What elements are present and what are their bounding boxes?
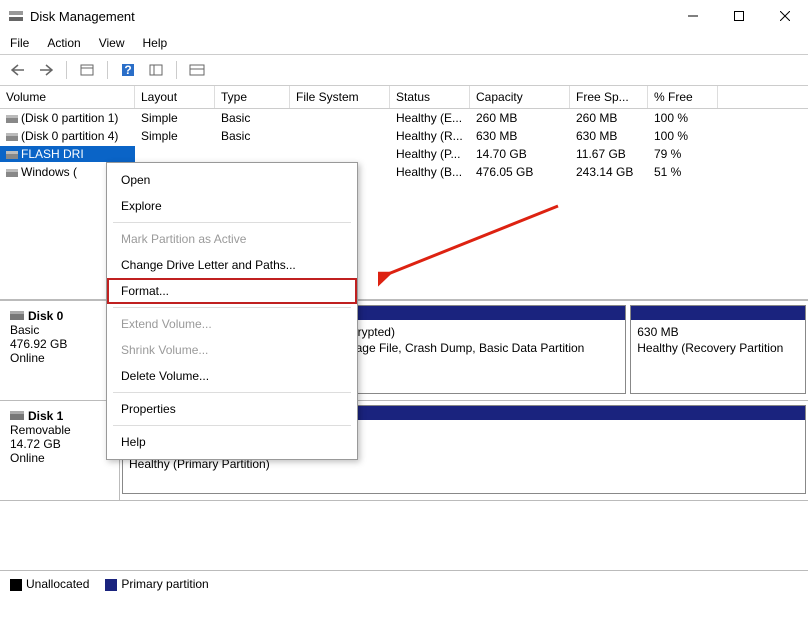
drive-icon: [6, 150, 18, 160]
menubar: File Action View Help: [0, 32, 808, 55]
volume-row[interactable]: (Disk 0 partition 1)SimpleBasicHealthy (…: [0, 109, 808, 127]
disk-icon: [10, 411, 24, 423]
minimize-button[interactable]: [670, 0, 716, 32]
menu-item-help[interactable]: Help: [107, 429, 357, 455]
close-button[interactable]: [762, 0, 808, 32]
column-header[interactable]: Free Sp...: [570, 86, 648, 108]
menu-item-properties[interactable]: Properties: [107, 396, 357, 422]
drive-icon: [6, 132, 18, 142]
partition[interactable]: 630 MBHealthy (Recovery Partition: [630, 305, 806, 394]
toolbar-icon[interactable]: [75, 59, 99, 81]
help-button[interactable]: ?: [116, 59, 140, 81]
legend: Unallocated Primary partition: [0, 570, 808, 597]
menu-action[interactable]: Action: [47, 36, 80, 50]
column-header[interactable]: File System: [290, 86, 390, 108]
menu-view[interactable]: View: [99, 36, 125, 50]
drive-icon: [6, 114, 18, 124]
app-icon: [8, 8, 24, 24]
svg-text:?: ?: [124, 63, 131, 77]
column-header[interactable]: Status: [390, 86, 470, 108]
toolbar-icon[interactable]: [185, 59, 209, 81]
toolbar: ?: [0, 55, 808, 86]
column-header[interactable]: Type: [215, 86, 290, 108]
disk-header[interactable]: Disk 0Basic476.92 GBOnline: [0, 301, 120, 400]
window-title: Disk Management: [30, 9, 670, 24]
menu-item-open[interactable]: Open: [107, 167, 357, 193]
column-header[interactable]: % Free: [648, 86, 718, 108]
menu-item-change-drive-letter-and-paths[interactable]: Change Drive Letter and Paths...: [107, 252, 357, 278]
volume-row[interactable]: (Disk 0 partition 4)SimpleBasicHealthy (…: [0, 127, 808, 145]
menu-file[interactable]: File: [10, 36, 29, 50]
column-header[interactable]: Capacity: [470, 86, 570, 108]
menu-item-explore[interactable]: Explore: [107, 193, 357, 219]
disk-icon: [10, 311, 24, 323]
menu-item-shrink-volume: Shrink Volume...: [107, 337, 357, 363]
forward-button[interactable]: [34, 59, 58, 81]
back-button[interactable]: [6, 59, 30, 81]
titlebar: Disk Management: [0, 0, 808, 32]
volume-list-header: Volume Layout Type File System Status Ca…: [0, 86, 808, 109]
drive-icon: [6, 168, 18, 178]
column-header[interactable]: Layout: [135, 86, 215, 108]
menu-item-extend-volume: Extend Volume...: [107, 311, 357, 337]
legend-unallocated: Unallocated: [10, 577, 89, 591]
context-menu: OpenExplore Mark Partition as ActiveChang…: [106, 162, 358, 460]
maximize-button[interactable]: [716, 0, 762, 32]
menu-item-format[interactable]: Format...: [107, 278, 357, 304]
volume-row[interactable]: FLASH DRIHealthy (P...14.70 GB11.67 GB79…: [0, 145, 808, 163]
column-header[interactable]: Volume: [0, 86, 135, 108]
toolbar-icon[interactable]: [144, 59, 168, 81]
menu-item-mark-partition-as-active: Mark Partition as Active: [107, 226, 357, 252]
legend-primary: Primary partition: [105, 577, 208, 591]
disk-header[interactable]: Disk 1Removable14.72 GBOnline: [0, 401, 120, 500]
menu-item-delete-volume[interactable]: Delete Volume...: [107, 363, 357, 389]
menu-help[interactable]: Help: [143, 36, 168, 50]
